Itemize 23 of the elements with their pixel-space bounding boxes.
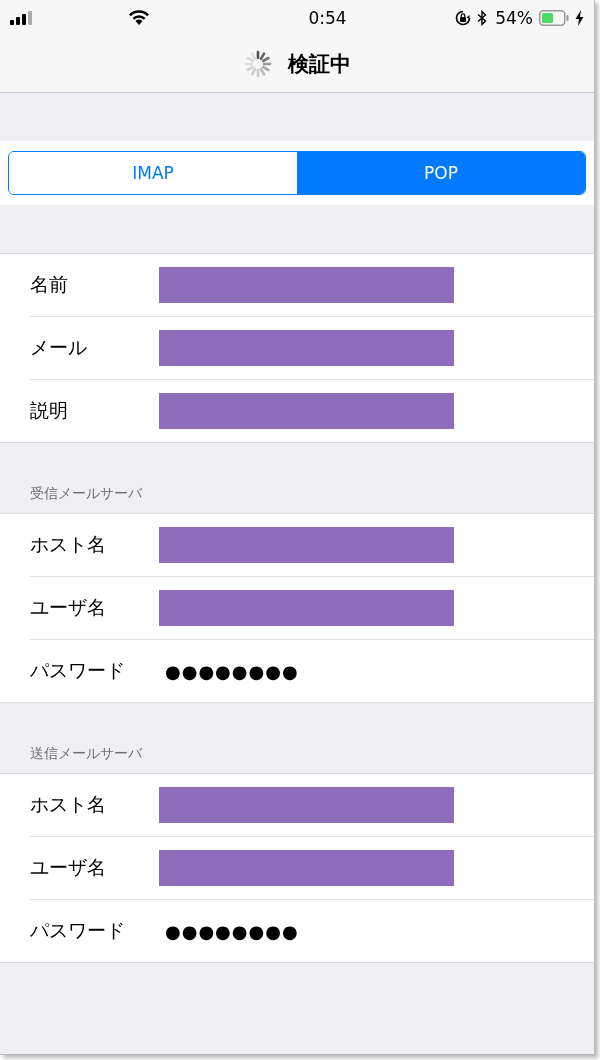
charging-bolt-icon: [575, 10, 584, 26]
rotation-lock-icon: [455, 10, 472, 26]
bluetooth-icon: [477, 10, 488, 26]
field-label: ユーザ名: [30, 855, 107, 880]
field-label: 説明: [30, 398, 69, 423]
field-label: メール: [30, 335, 88, 360]
wifi-icon: [128, 9, 150, 25]
password-field[interactable]: ●●●●●●●●: [165, 660, 299, 682]
battery-percentage: 54%: [495, 8, 533, 28]
field-label: ホスト名: [30, 792, 107, 817]
field-label: ホスト名: [30, 532, 107, 557]
field-label: パスワード: [30, 658, 126, 683]
signal-icon: [10, 11, 34, 25]
battery-icon: [539, 10, 569, 26]
segment-tab[interactable]: POP: [297, 152, 585, 194]
section-header: 送信メールサーバ: [30, 745, 142, 763]
field-label: ユーザ名: [30, 595, 107, 620]
time-text: 0:54: [307, 8, 348, 28]
password-field[interactable]: ●●●●●●●●: [165, 920, 299, 942]
field-label: パスワード: [30, 918, 126, 943]
field-label: 名前: [30, 272, 69, 297]
nav-title: 検証中: [287, 51, 351, 78]
section-header: 受信メールサーバ: [30, 485, 142, 503]
